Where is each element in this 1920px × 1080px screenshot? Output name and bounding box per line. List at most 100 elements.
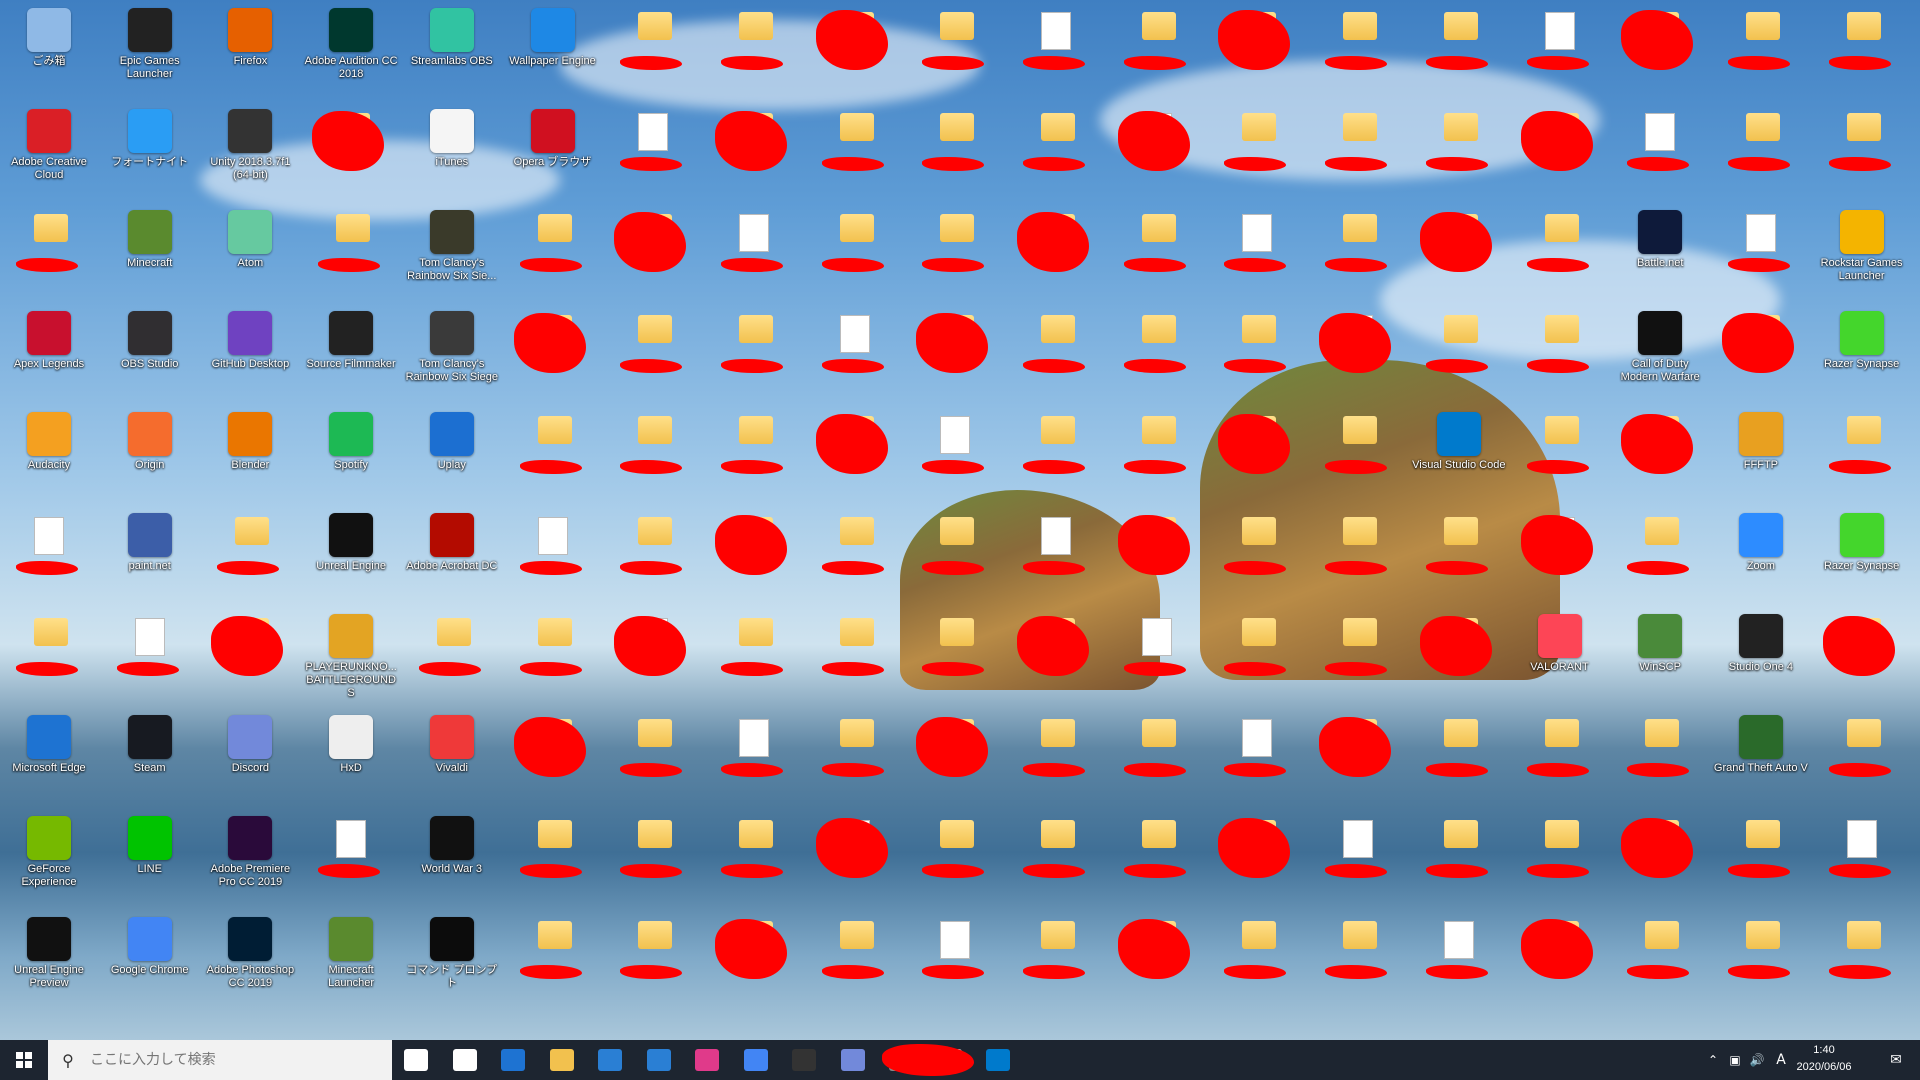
folder-icon[interactable]	[940, 618, 975, 646]
desktop-shortcut[interactable]: LINE	[103, 812, 197, 910]
desktop-shortcut[interactable]: Steam	[103, 711, 197, 809]
folder-icon[interactable]	[1745, 921, 1780, 949]
taskbar-search[interactable]: ⚲	[48, 1040, 392, 1080]
document-icon[interactable]	[940, 416, 971, 454]
folder-icon[interactable]	[839, 719, 874, 747]
tray-chevron-icon[interactable]: ⌃	[1702, 1040, 1724, 1080]
folder-icon[interactable]	[1343, 618, 1378, 646]
folder-icon[interactable]	[34, 214, 68, 242]
desktop-shortcut[interactable]: Razer Synapse	[1815, 307, 1909, 405]
desktop-shortcut[interactable]: Studio One 4	[1714, 610, 1808, 708]
document-icon[interactable]	[1846, 820, 1877, 858]
folder-icon[interactable]	[537, 214, 572, 242]
desktop-shortcut[interactable]: コマンド プロンプト	[405, 913, 499, 1011]
folder-icon[interactable]	[1343, 416, 1378, 444]
folder-icon[interactable]	[1846, 113, 1881, 141]
desktop-shortcut[interactable]: ごみ箱	[2, 4, 96, 102]
notification-icon[interactable]: ✉	[1872, 1040, 1920, 1080]
taskbar-itunes-button[interactable]	[683, 1040, 731, 1080]
desktop-shortcut[interactable]: Streamlabs OBS	[405, 4, 499, 102]
folder-icon[interactable]	[1343, 214, 1378, 242]
folder-icon[interactable]	[537, 820, 572, 848]
desktop-shortcut[interactable]: Firefox	[203, 4, 297, 102]
folder-icon[interactable]	[638, 719, 673, 747]
folder-icon[interactable]	[738, 618, 773, 646]
taskbar-discord-button[interactable]	[829, 1040, 877, 1080]
desktop-shortcut[interactable]: Rockstar Games Launcher	[1815, 206, 1909, 304]
desktop-shortcut[interactable]: iTunes	[405, 105, 499, 203]
folder-icon[interactable]	[1443, 820, 1478, 848]
document-icon[interactable]	[1242, 719, 1273, 757]
folder-icon[interactable]	[1343, 921, 1378, 949]
taskbar-edge-button[interactable]	[489, 1040, 537, 1080]
desktop-shortcut[interactable]: Battle.net	[1613, 206, 1707, 304]
document-icon[interactable]	[1745, 214, 1776, 252]
folder-icon[interactable]	[1141, 719, 1176, 747]
folder-icon[interactable]	[537, 618, 572, 646]
desktop-shortcut[interactable]: OBS Studio	[103, 307, 197, 405]
folder-icon[interactable]	[1343, 517, 1378, 545]
desktop-shortcut[interactable]: HxD	[304, 711, 398, 809]
folder-icon[interactable]	[638, 517, 673, 545]
folder-icon[interactable]	[839, 517, 874, 545]
folder-icon[interactable]	[1443, 12, 1478, 40]
folder-icon[interactable]	[1544, 214, 1579, 242]
desktop-shortcut[interactable]: WinSCP	[1613, 610, 1707, 708]
desktop-shortcut[interactable]: World War 3	[405, 812, 499, 910]
folder-icon[interactable]	[1443, 719, 1478, 747]
folder-icon[interactable]	[1846, 921, 1881, 949]
folder-icon[interactable]	[1846, 719, 1881, 747]
taskbar-chrome-button[interactable]	[732, 1040, 780, 1080]
document-icon[interactable]	[134, 618, 165, 656]
desktop-shortcut[interactable]: Uplay	[405, 408, 499, 506]
folder-icon[interactable]	[1242, 113, 1277, 141]
document-icon[interactable]	[1242, 214, 1273, 252]
desktop-shortcut[interactable]: Opera ブラウザ	[506, 105, 600, 203]
desktop-shortcut[interactable]: Unreal Engine Preview	[2, 913, 96, 1011]
desktop-shortcut[interactable]: Apex Legends	[2, 307, 96, 405]
desktop-shortcut[interactable]: Razer Synapse	[1815, 509, 1909, 607]
folder-icon[interactable]	[1544, 416, 1579, 444]
folder-icon[interactable]	[436, 618, 471, 646]
folder-icon[interactable]	[1041, 820, 1075, 848]
folder-icon[interactable]	[638, 12, 673, 40]
folder-icon[interactable]	[638, 416, 673, 444]
document-icon[interactable]	[940, 921, 971, 959]
desktop-shortcut[interactable]: Grand Theft Auto V	[1714, 711, 1808, 809]
desktop-shortcut[interactable]: paint.net	[103, 509, 197, 607]
desktop-shortcut[interactable]: Adobe Audition CC 2018	[304, 4, 398, 102]
taskbar-task-view-button[interactable]	[441, 1040, 489, 1080]
folder-icon[interactable]	[638, 820, 673, 848]
taskbar-vscode-button[interactable]	[974, 1040, 1022, 1080]
taskbar-mail-button[interactable]	[586, 1040, 634, 1080]
desktop-shortcut[interactable]: Microsoft Edge	[2, 711, 96, 809]
folder-icon[interactable]	[1141, 416, 1176, 444]
folder-icon[interactable]	[1141, 214, 1176, 242]
folder-icon[interactable]	[1343, 12, 1378, 40]
desktop-shortcut[interactable]: GitHub Desktop	[203, 307, 297, 405]
desktop-shortcut[interactable]: Adobe Creative Cloud	[2, 105, 96, 203]
document-icon[interactable]	[1141, 618, 1172, 656]
desktop-shortcut[interactable]: Zoom	[1714, 509, 1808, 607]
desktop-shortcut[interactable]: Wallpaper Engine	[506, 4, 600, 102]
document-icon[interactable]	[34, 517, 64, 555]
document-icon[interactable]	[1041, 517, 1071, 555]
folder-icon[interactable]	[1745, 113, 1780, 141]
document-icon[interactable]	[738, 214, 769, 252]
folder-icon[interactable]	[1443, 113, 1478, 141]
folder-icon[interactable]	[638, 315, 673, 343]
folder-icon[interactable]	[1141, 315, 1176, 343]
taskbar-terminal-button[interactable]	[780, 1040, 828, 1080]
desktop-shortcut[interactable]: VALORANT	[1513, 610, 1607, 708]
taskbar-store-button[interactable]	[635, 1040, 683, 1080]
document-icon[interactable]	[1041, 12, 1071, 50]
document-icon[interactable]	[1443, 921, 1474, 959]
folder-icon[interactable]	[1141, 820, 1176, 848]
folder-icon[interactable]	[940, 12, 975, 40]
desktop-shortcut[interactable]: Unity 2018.3.7f1 (64-bit)	[203, 105, 297, 203]
taskbar-cortana-button[interactable]	[392, 1040, 440, 1080]
desktop-shortcut[interactable]: GeForce Experience	[2, 812, 96, 910]
document-icon[interactable]	[738, 719, 769, 757]
folder-icon[interactable]	[1443, 315, 1478, 343]
folder-icon[interactable]	[1544, 315, 1579, 343]
